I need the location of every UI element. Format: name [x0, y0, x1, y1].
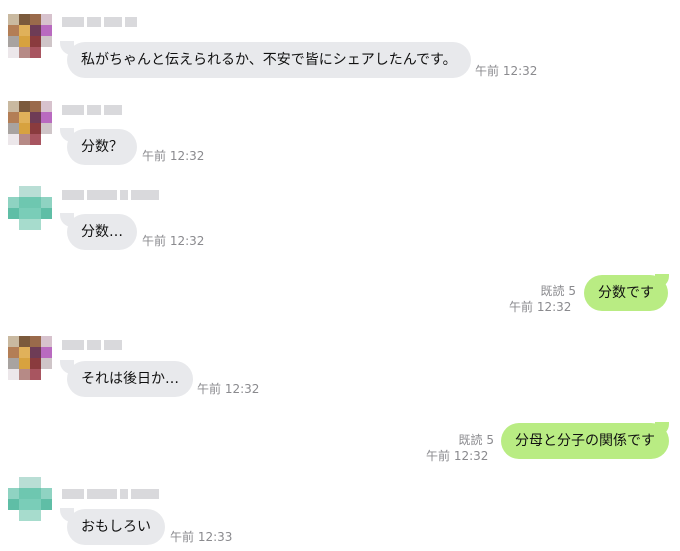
message-bubble[interactable]: 私がちゃんと伝えられるか、不安で皆にシェアしたんです。	[67, 42, 471, 78]
read-receipt: 既読 5	[540, 284, 576, 298]
message-timestamp: 午前 12:32	[197, 382, 260, 396]
message-bubble[interactable]: 分母と分子の関係です	[501, 423, 669, 459]
sender-avatar[interactable]	[8, 186, 52, 230]
sender-name-blurred	[62, 104, 122, 116]
message-timestamp: 午前 12:32	[142, 234, 205, 248]
sender-name-blurred	[62, 488, 159, 500]
sender-avatar[interactable]	[8, 336, 52, 380]
message-bubble[interactable]: それは後日か…	[67, 361, 193, 397]
sender-name-blurred	[62, 16, 137, 28]
message-bubble[interactable]: おもしろい	[67, 509, 165, 545]
message-timestamp: 午前 12:32	[475, 64, 538, 78]
sender-name-blurred	[62, 189, 159, 201]
sender-name-blurred	[62, 339, 122, 351]
message-timestamp: 午前 12:32	[509, 300, 572, 314]
read-receipt: 既読 5	[458, 433, 494, 447]
message-timestamp: 午前 12:32	[142, 149, 205, 163]
sender-avatar[interactable]	[8, 101, 52, 145]
message-timestamp: 午前 12:33	[170, 530, 233, 544]
message-bubble[interactable]: 分数？	[67, 129, 137, 165]
message-timestamp: 午前 12:32	[426, 449, 489, 463]
message-bubble[interactable]: 分数…	[67, 214, 137, 250]
sender-avatar[interactable]	[8, 14, 52, 58]
sender-avatar[interactable]	[8, 477, 52, 521]
